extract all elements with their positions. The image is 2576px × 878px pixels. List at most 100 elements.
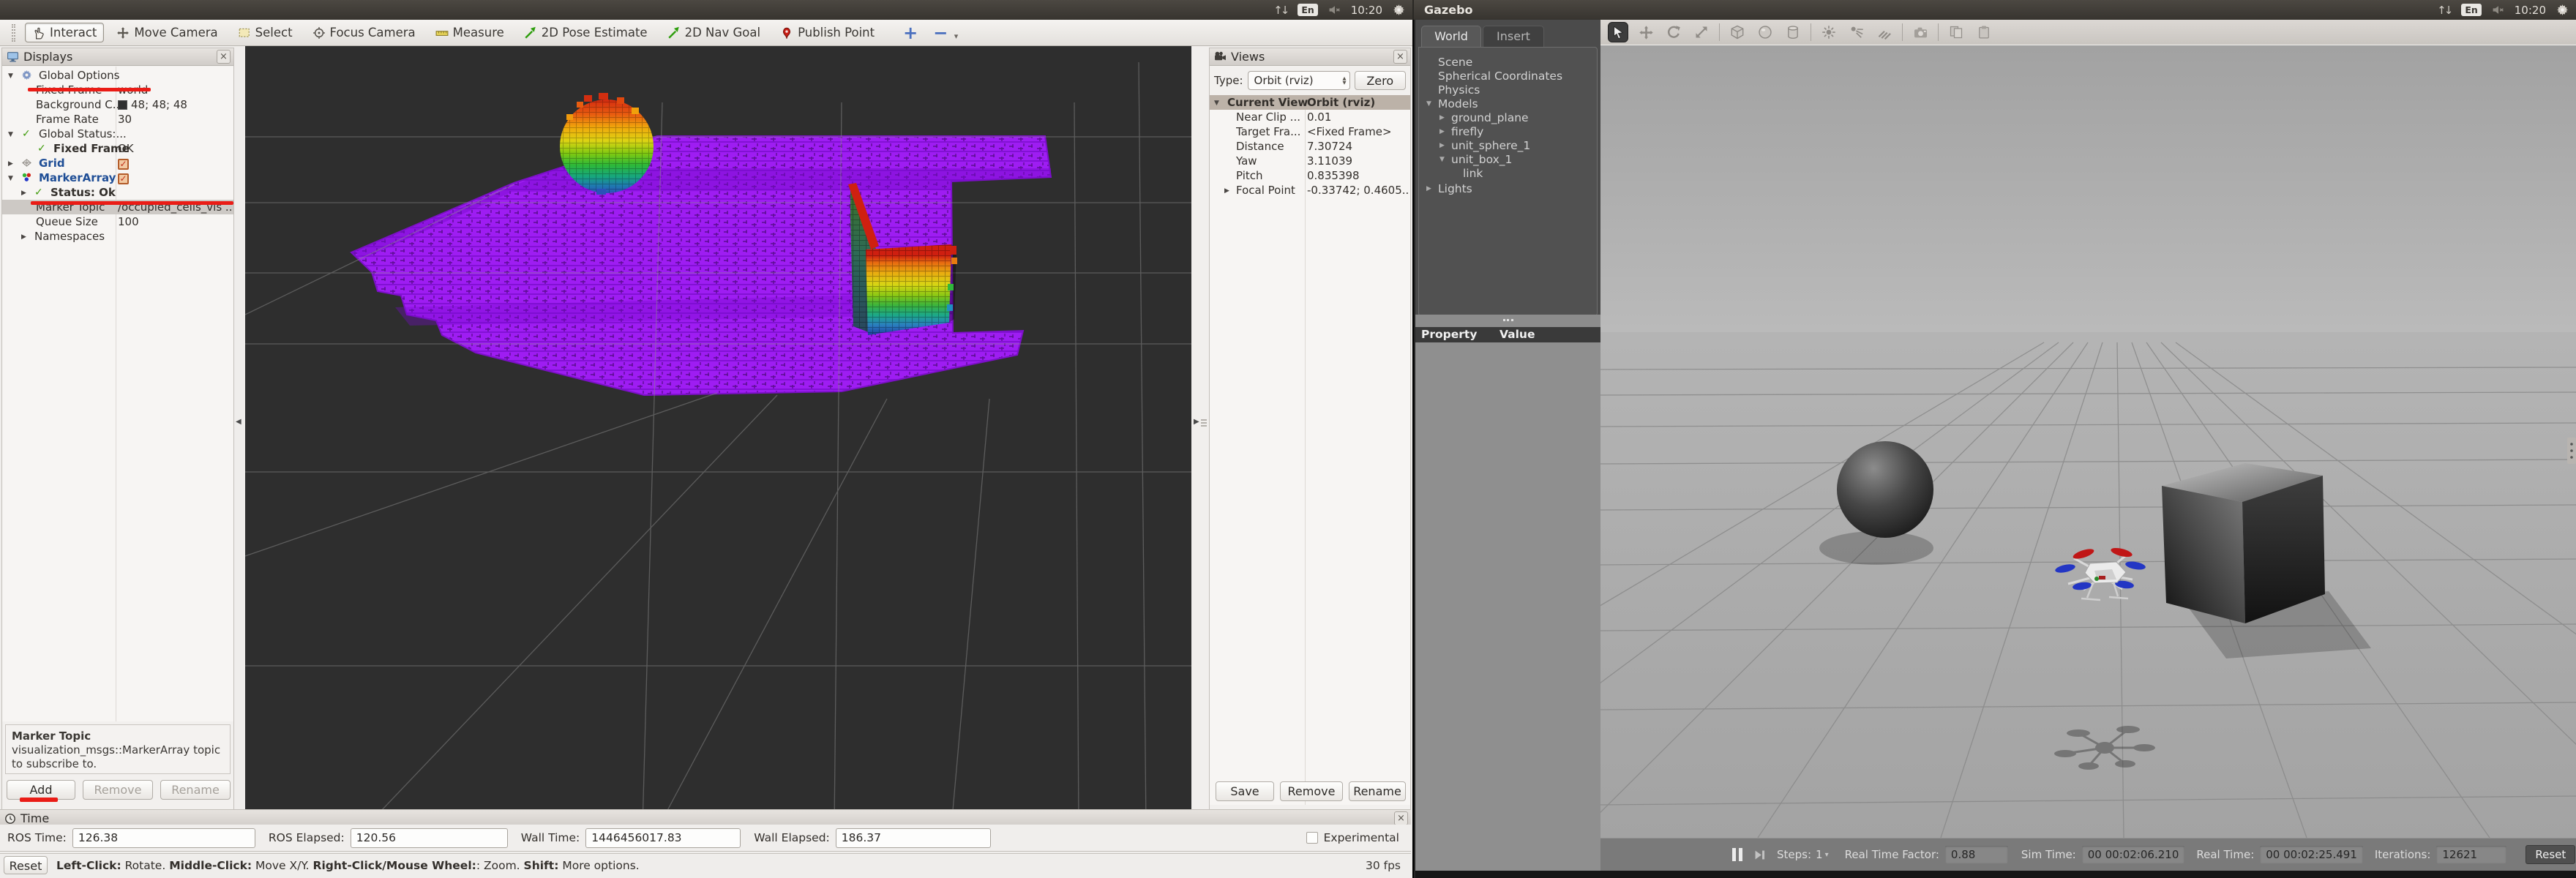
keyboard-indicator[interactable]: En: [2461, 4, 2482, 16]
tree-item-physics[interactable]: Physics: [1419, 83, 1597, 97]
wall-time-field[interactable]: 1446456017.83: [585, 828, 741, 848]
publish-point-tool-button[interactable]: Publish Point: [773, 23, 882, 42]
session-gear-icon[interactable]: [1393, 4, 1405, 16]
display-row-global-status[interactable]: ▼ ✓ Global Status:...: [2, 127, 233, 141]
network-indicator-icon[interactable]: ↑↓: [2437, 4, 2453, 17]
reset-time-button[interactable]: Reset: [4, 856, 48, 874]
views-panel-header[interactable]: Views ×: [1210, 48, 1410, 66]
display-row-grid[interactable]: ▶ Grid ✓: [2, 156, 233, 170]
close-icon[interactable]: ×: [1393, 50, 1407, 64]
volume-muted-icon[interactable]: [2492, 4, 2504, 16]
tab-world[interactable]: World: [1421, 26, 1481, 48]
tree-item-scene[interactable]: Scene: [1419, 56, 1597, 70]
session-gear-icon[interactable]: [2556, 4, 2569, 16]
tab-insert[interactable]: Insert: [1483, 26, 1544, 48]
display-row-namespaces[interactable]: ▶ Namespaces: [2, 229, 233, 244]
display-row-background-color[interactable]: Background C... 48; 48; 48: [2, 97, 233, 112]
focus-camera-tool-button[interactable]: Focus Camera: [305, 23, 423, 42]
value-column-header[interactable]: Value: [1499, 327, 1535, 342]
clock-indicator[interactable]: 10:20: [2515, 4, 2546, 17]
panel-splitter[interactable]: [1415, 315, 1600, 327]
view-row-focal-point[interactable]: ▶ Focal Point -0.33742; 0.4605...: [1210, 183, 1410, 198]
display-row-global-options[interactable]: ▼ Global Options: [2, 68, 233, 83]
insert-sphere-button[interactable]: [1755, 22, 1775, 42]
tree-item-ground-plane[interactable]: ▶ ground_plane: [1419, 111, 1597, 125]
steps-value[interactable]: 1: [1816, 848, 1823, 861]
reset-world-button[interactable]: Reset: [2526, 845, 2576, 864]
interact-tool-button[interactable]: Interact: [25, 23, 105, 42]
tree-item-unit-sphere[interactable]: ▶ unit_sphere_1: [1419, 139, 1597, 153]
insert-box-button[interactable]: [1727, 22, 1748, 42]
add-display-button[interactable]: Add: [7, 780, 75, 800]
expand-arrow[interactable]: ▼: [1214, 96, 1219, 110]
expand-arrow[interactable]: ▼: [1439, 153, 1445, 167]
spot-light-button[interactable]: [1846, 22, 1867, 42]
tree-item-lights[interactable]: ▶ Lights: [1419, 182, 1597, 196]
expand-arrow[interactable]: ▼: [8, 171, 13, 186]
unit-box[interactable]: [2162, 463, 2325, 623]
wall-elapsed-field[interactable]: 186.37: [835, 828, 991, 848]
display-row-queue-size[interactable]: Queue Size 100: [2, 214, 233, 229]
expand-arrow[interactable]: ▶: [1439, 125, 1445, 139]
measure-tool-button[interactable]: Measure: [428, 23, 512, 42]
remove-tool-button[interactable]: − ▾: [933, 23, 958, 43]
tree-item-link[interactable]: link: [1419, 167, 1597, 181]
tree-item-firefly[interactable]: ▶ firefly: [1419, 125, 1597, 139]
row-value[interactable]: <Fixed Frame>: [1307, 124, 1409, 139]
expand-arrow[interactable]: ▼: [8, 127, 13, 142]
unit-sphere[interactable]: [1837, 441, 1933, 538]
expand-arrow[interactable]: ▶: [1224, 184, 1229, 198]
expand-arrow[interactable]: ▶: [8, 157, 13, 171]
experimental-checkbox[interactable]: [1306, 832, 1318, 844]
pause-button[interactable]: [1732, 848, 1742, 861]
pose-estimate-tool-button[interactable]: 2D Pose Estimate: [517, 23, 655, 42]
screenshot-button[interactable]: [1910, 22, 1931, 42]
rotate-mode-button[interactable]: [1663, 22, 1684, 42]
property-column-header[interactable]: Property: [1421, 327, 1477, 342]
view-row-pitch[interactable]: Pitch 0.835398: [1210, 168, 1410, 183]
enabled-checkbox[interactable]: ✓: [118, 173, 129, 184]
view-row-yaw[interactable]: Yaw 3.11039: [1210, 154, 1410, 168]
nav-goal-tool-button[interactable]: 2D Nav Goal: [660, 23, 768, 42]
view-type-dropdown[interactable]: Orbit (rviz) ▲ ▼: [1247, 71, 1350, 90]
move-camera-tool-button[interactable]: Move Camera: [109, 23, 225, 42]
add-tool-button[interactable]: +: [903, 23, 918, 43]
display-row-status-ok[interactable]: ▶ ✓ Status: Ok: [2, 185, 233, 200]
collapse-left-icon[interactable]: ◀: [236, 418, 242, 426]
display-row-markerarray[interactable]: ▼ MarkerArray ✓: [2, 170, 233, 185]
step-button[interactable]: [1753, 848, 1767, 862]
row-value[interactable]: -0.33742; 0.4605...: [1307, 183, 1409, 198]
row-value[interactable]: 3.11039: [1307, 154, 1409, 168]
right-panel-handle[interactable]: [2567, 438, 2576, 464]
view-row-near-clip[interactable]: Near Clip ... 0.01: [1210, 110, 1410, 124]
right-splitter[interactable]: ▶: [1191, 46, 1209, 828]
volume-muted-icon[interactable]: [1328, 4, 1341, 16]
expand-arrow[interactable]: ▶: [21, 186, 26, 200]
remove-view-button[interactable]: Remove: [1280, 781, 1343, 801]
rename-display-button[interactable]: Rename: [160, 780, 231, 800]
zero-button[interactable]: Zero: [1354, 71, 1406, 90]
copy-button[interactable]: [1946, 22, 1966, 42]
tree-item-models[interactable]: ▼ Models: [1419, 97, 1597, 111]
rename-view-button[interactable]: Rename: [1349, 781, 1406, 801]
row-value[interactable]: 0.01: [1307, 110, 1409, 124]
translate-mode-button[interactable]: [1636, 22, 1656, 42]
displays-panel-header[interactable]: Displays ×: [2, 48, 233, 66]
row-value[interactable]: 100: [118, 214, 232, 229]
steps-dropdown-icon[interactable]: ▾: [1825, 851, 1829, 859]
expand-arrow[interactable]: ▶: [1439, 111, 1445, 125]
row-value[interactable]: 7.30724: [1307, 139, 1409, 154]
toolbar-drag-handle[interactable]: [12, 23, 15, 42]
rviz-3d-viewport[interactable]: [245, 46, 1191, 828]
expand-arrow[interactable]: ▶: [1426, 182, 1431, 196]
expand-arrow[interactable]: ▼: [8, 69, 13, 83]
row-value[interactable]: 48; 48; 48: [118, 97, 232, 112]
paste-button[interactable]: [1974, 22, 1994, 42]
display-row-fixed-frame-status[interactable]: ✓ Fixed Frame OK: [2, 141, 233, 156]
keyboard-indicator[interactable]: En: [1298, 4, 1318, 16]
row-value[interactable]: 30: [118, 112, 232, 127]
select-tool-button[interactable]: Select: [231, 23, 300, 42]
ros-elapsed-field[interactable]: 120.56: [350, 828, 508, 848]
directional-light-button[interactable]: [1874, 22, 1895, 42]
view-row-distance[interactable]: Distance 7.30724: [1210, 139, 1410, 154]
